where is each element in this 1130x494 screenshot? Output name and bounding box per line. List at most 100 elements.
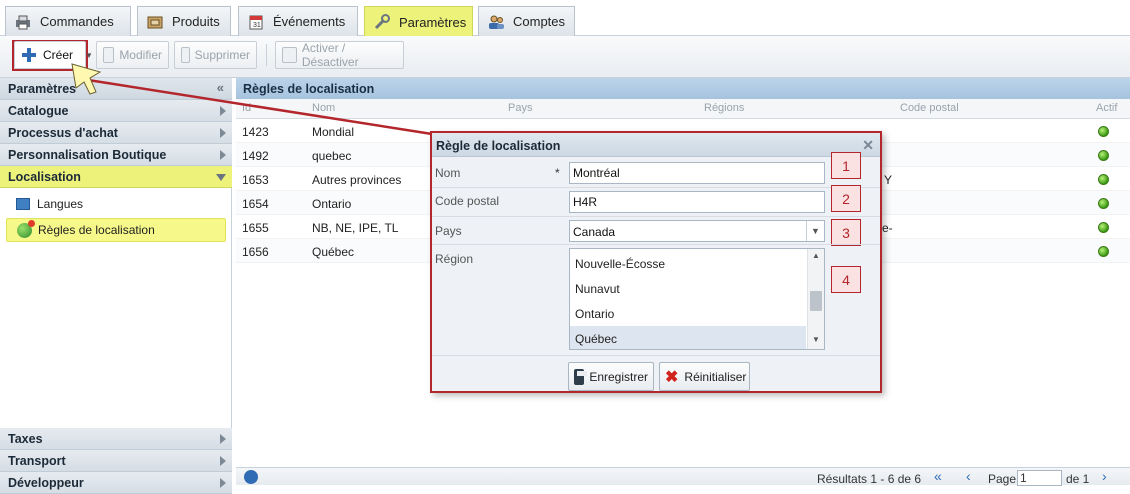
name-label: Nom xyxy=(435,166,461,180)
divider xyxy=(432,216,880,217)
first-page-icon[interactable]: « xyxy=(934,468,942,484)
delete-button[interactable]: Supprimer xyxy=(174,41,257,69)
cell-name: Mondial xyxy=(312,125,355,139)
expand-arrow-icon xyxy=(220,128,226,138)
reset-button[interactable]: ✖ Réinitialiser xyxy=(659,362,750,391)
sidebar-section-taxes[interactable]: Taxes xyxy=(0,428,232,450)
country-select[interactable]: Canada ▼ xyxy=(569,220,825,242)
sidebar-title: Paramètres « xyxy=(0,78,232,100)
cell-id: 1655 xyxy=(242,221,269,235)
wrench-icon xyxy=(373,14,391,30)
localisation-rule-dialog: Règle de localisation ✕ Nom * 1 Code pos… xyxy=(430,131,882,393)
expand-arrow-icon xyxy=(220,478,226,488)
region-option[interactable]: Nunavut xyxy=(575,282,620,296)
cell-id: 1654 xyxy=(242,197,269,211)
sidebar-item-regles-localisation[interactable]: Règles de localisation xyxy=(6,218,226,242)
toolbar-divider xyxy=(266,44,267,66)
sidebar-section-developpeur[interactable]: Développeur xyxy=(0,472,232,494)
globe-icon xyxy=(17,219,35,238)
column-header-actif[interactable]: Actif xyxy=(1096,102,1117,114)
postal-code-input[interactable] xyxy=(569,191,825,213)
plus-icon xyxy=(21,47,37,63)
svg-text:31: 31 xyxy=(253,22,261,29)
active-status-icon xyxy=(1098,150,1109,161)
tab-parametres[interactable]: Paramètres xyxy=(364,6,473,37)
cell-id: 1423 xyxy=(242,125,269,139)
toggle-active-button[interactable]: Activer / Désactiver xyxy=(275,41,404,69)
language-icon xyxy=(16,198,30,210)
active-status-icon xyxy=(1098,126,1109,137)
next-page-icon[interactable]: › xyxy=(1102,468,1107,484)
column-header-pays[interactable]: Pays xyxy=(508,102,532,114)
active-status-icon xyxy=(1098,222,1109,233)
callout-1: 1 xyxy=(831,152,861,179)
scroll-down-icon[interactable]: ▼ xyxy=(812,335,820,344)
divider xyxy=(432,355,880,356)
cell-partial: Y xyxy=(884,173,893,187)
grid-title: Règles de localisation xyxy=(236,78,1130,99)
column-header-code-postal[interactable]: Code postal xyxy=(900,102,959,114)
cell-name: Ontario xyxy=(312,197,352,211)
column-header-regions[interactable]: Régions xyxy=(704,102,744,114)
trash-icon xyxy=(181,47,190,63)
name-input[interactable] xyxy=(569,162,825,184)
active-status-icon xyxy=(1098,198,1109,209)
region-option[interactable]: Ontario xyxy=(575,307,614,321)
column-header-id[interactable]: Id xyxy=(242,102,251,114)
prev-page-icon[interactable]: ‹ xyxy=(966,468,971,484)
expand-arrow-icon xyxy=(220,434,226,444)
divider xyxy=(432,187,880,188)
dialog-title: Règle de localisation ✕ xyxy=(432,133,880,157)
floppy-disk-icon xyxy=(574,368,587,385)
required-marker: * xyxy=(555,166,560,180)
sidebar-section-transport[interactable]: Transport xyxy=(0,450,232,472)
cell-name: quebec xyxy=(312,149,352,163)
country-label: Pays xyxy=(435,224,462,238)
column-header-nom[interactable]: Nom xyxy=(312,102,335,114)
page-input[interactable]: 1 xyxy=(1017,470,1062,486)
dropdown-arrow-icon[interactable]: ▼ xyxy=(85,51,93,60)
sidebar-section-personnalisation[interactable]: Personnalisation Boutique xyxy=(0,144,232,166)
region-listbox[interactable]: Nouvelle-Écosse Nunavut Ontario Québec ▲… xyxy=(569,248,825,350)
collapse-icon[interactable]: « xyxy=(217,80,224,95)
cell-id: 1492 xyxy=(242,149,269,163)
save-button[interactable]: Enregistrer xyxy=(568,362,654,391)
scroll-up-icon[interactable]: ▲ xyxy=(812,251,820,260)
tab-produits[interactable]: Produits xyxy=(137,6,231,36)
region-label: Région xyxy=(435,252,474,266)
box-icon xyxy=(146,14,164,30)
page-label: Page xyxy=(988,472,1017,486)
create-button[interactable]: Créer ▼ xyxy=(14,41,93,69)
page-count: de 1 xyxy=(1066,472,1090,486)
close-icon[interactable]: ✕ xyxy=(862,137,874,154)
pager: Résultats 1 - 6 de 6 « ‹ Page 1 de 1 › xyxy=(236,467,1130,486)
modify-button[interactable]: Modifier xyxy=(96,41,169,69)
active-status-icon xyxy=(1098,246,1109,257)
scroll-thumb[interactable] xyxy=(810,291,822,311)
tab-comptes[interactable]: Comptes xyxy=(478,6,575,36)
tab-commandes[interactable]: Commandes xyxy=(5,6,131,36)
refresh-icon[interactable] xyxy=(244,470,258,484)
callout-4: 4 xyxy=(831,266,861,293)
divider xyxy=(432,244,880,245)
active-status-icon xyxy=(1098,174,1109,185)
results-count: Résultats 1 - 6 de 6 xyxy=(817,472,922,486)
expand-arrow-icon xyxy=(220,456,226,466)
expand-arrow-icon xyxy=(220,150,226,160)
calendar-icon: 31 xyxy=(247,14,265,30)
edit-icon xyxy=(103,47,115,63)
sidebar-section-processus[interactable]: Processus d'achat xyxy=(0,122,232,144)
sidebar-item-langues[interactable]: Langues xyxy=(6,192,226,216)
listbox-scrollbar[interactable]: ▲ ▼ xyxy=(807,249,824,349)
main-tab-bar: Commandes Produits 31 Événements Paramèt… xyxy=(0,0,1130,37)
callout-3: 3 xyxy=(831,219,861,246)
region-option[interactable]: Nouvelle-Écosse xyxy=(575,257,665,271)
grid-header: Id Nom Pays Régions Code postal Actif xyxy=(236,99,1130,119)
users-icon xyxy=(487,14,505,30)
callout-2: 2 xyxy=(831,185,861,212)
sidebar-section-catalogue[interactable]: Catalogue xyxy=(0,100,232,122)
chevron-down-icon[interactable]: ▼ xyxy=(806,221,824,241)
sidebar-section-localisation[interactable]: Localisation xyxy=(0,166,232,188)
region-option-selected[interactable]: Québec xyxy=(575,332,617,346)
tab-evenements[interactable]: 31 Événements xyxy=(238,6,358,36)
